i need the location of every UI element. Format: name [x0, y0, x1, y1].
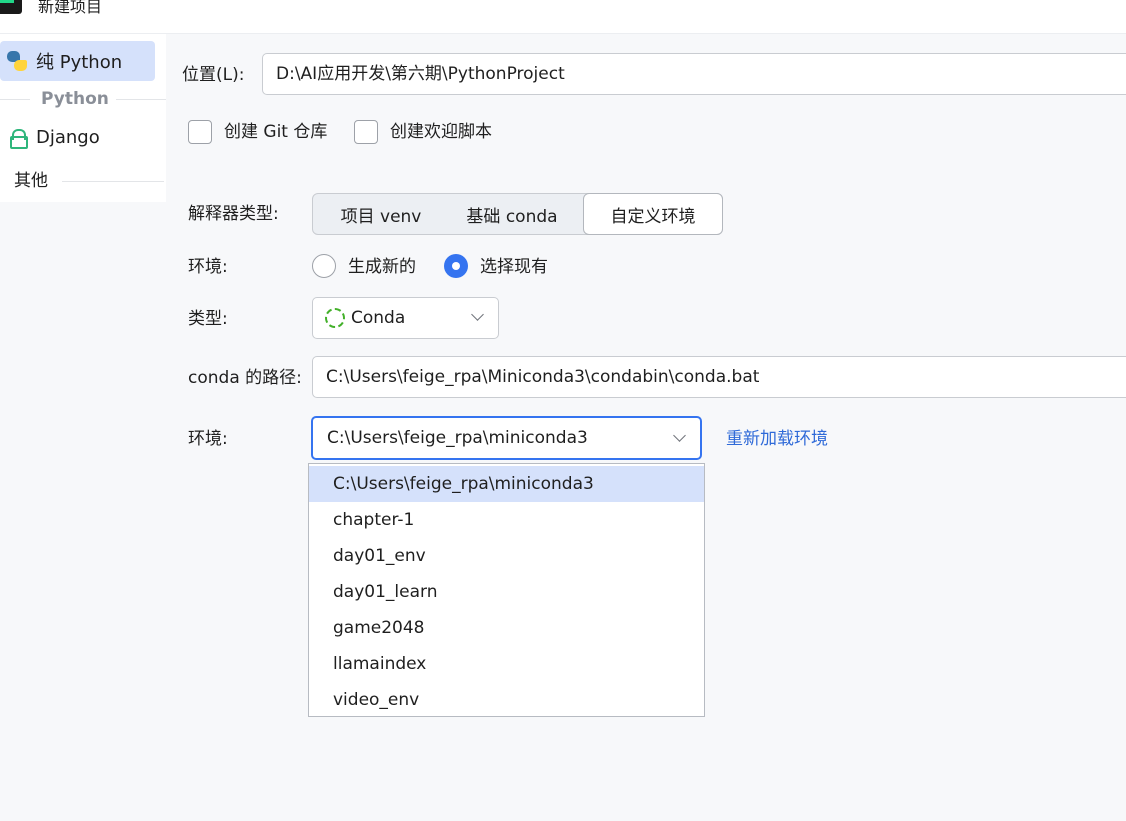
conda-icon [325, 308, 345, 328]
tab-custom-env[interactable]: 自定义环境 [583, 193, 723, 235]
radio-generate-new-label: 生成新的 [348, 257, 416, 277]
sidebar-item-pure-python[interactable]: 纯 Python [0, 41, 155, 81]
create-welcome-label: 创建欢迎脚本 [390, 122, 492, 142]
list-item[interactable]: day01_learn [309, 574, 704, 610]
interpreter-type-segmented: 项目 venv 基础 conda 自定义环境 [312, 193, 723, 235]
sidebar-group-python: Python [0, 87, 166, 111]
interpreter-type-label: 解释器类型: [188, 204, 279, 224]
env-dropdown-list: C:\Users\feige_rpa\miniconda3 chapter-1 … [308, 463, 705, 717]
sidebar-group-label: Python [41, 89, 109, 109]
chevron-down-icon [471, 308, 484, 321]
sidebar-empty-area [0, 202, 166, 821]
list-item[interactable]: game2048 [309, 610, 704, 646]
pycharm-logo-icon [0, 0, 22, 14]
window-title: 新建项目 [38, 0, 103, 16]
list-item[interactable]: C:\Users\feige_rpa\miniconda3 [309, 466, 704, 502]
type-label: 类型: [188, 309, 228, 329]
list-item[interactable]: video_env [309, 682, 704, 718]
list-item[interactable]: chapter-1 [309, 502, 704, 538]
create-welcome-checkbox[interactable] [354, 120, 378, 144]
env-value: C:\Users\feige_rpa\miniconda3 [327, 428, 588, 448]
list-item[interactable]: llamaindex [309, 646, 704, 682]
tab-project-venv[interactable]: 项目 venv [321, 194, 441, 234]
type-value: Conda [351, 308, 406, 328]
reload-env-link[interactable]: 重新加载环境 [726, 428, 828, 450]
conda-path-value: C:\Users\feige_rpa\Miniconda3\condabin\c… [326, 367, 760, 387]
sidebar-item-django[interactable]: Django [0, 117, 155, 157]
type-combobox[interactable]: Conda [312, 297, 499, 339]
radio-generate-new[interactable] [312, 254, 336, 278]
conda-path-input[interactable]: C:\Users\feige_rpa\Miniconda3\condabin\c… [312, 356, 1126, 398]
env-label: 环境: [188, 429, 228, 449]
radio-select-existing[interactable] [444, 254, 468, 278]
divider [62, 181, 164, 182]
lock-icon [6, 126, 28, 149]
sidebar-group-other: 其他 [14, 171, 48, 191]
python-icon [6, 50, 28, 72]
sidebar-item-label: Django [36, 126, 100, 148]
conda-path-label: conda 的路径: [188, 368, 302, 388]
create-git-checkbox[interactable] [188, 120, 212, 144]
env-combobox[interactable]: C:\Users\feige_rpa\miniconda3 [311, 416, 702, 460]
location-input[interactable]: D:\AI应用开发\第六期\PythonProject [262, 53, 1126, 95]
list-item[interactable]: day01_env [309, 538, 704, 574]
title-bar: 新建项目 [0, 0, 1126, 34]
location-value: D:\AI应用开发\第六期\PythonProject [276, 64, 565, 84]
tab-base-conda[interactable]: 基础 conda [451, 194, 573, 234]
create-git-label: 创建 Git 仓库 [224, 122, 328, 142]
location-label: 位置(L): [182, 65, 245, 85]
radio-select-existing-label: 选择现有 [480, 257, 548, 277]
chevron-down-icon [673, 429, 686, 442]
env-mode-label: 环境: [188, 257, 228, 277]
project-type-sidebar: 纯 Python Python Django 其他 [0, 34, 166, 821]
sidebar-item-label: 纯 Python [36, 52, 123, 73]
